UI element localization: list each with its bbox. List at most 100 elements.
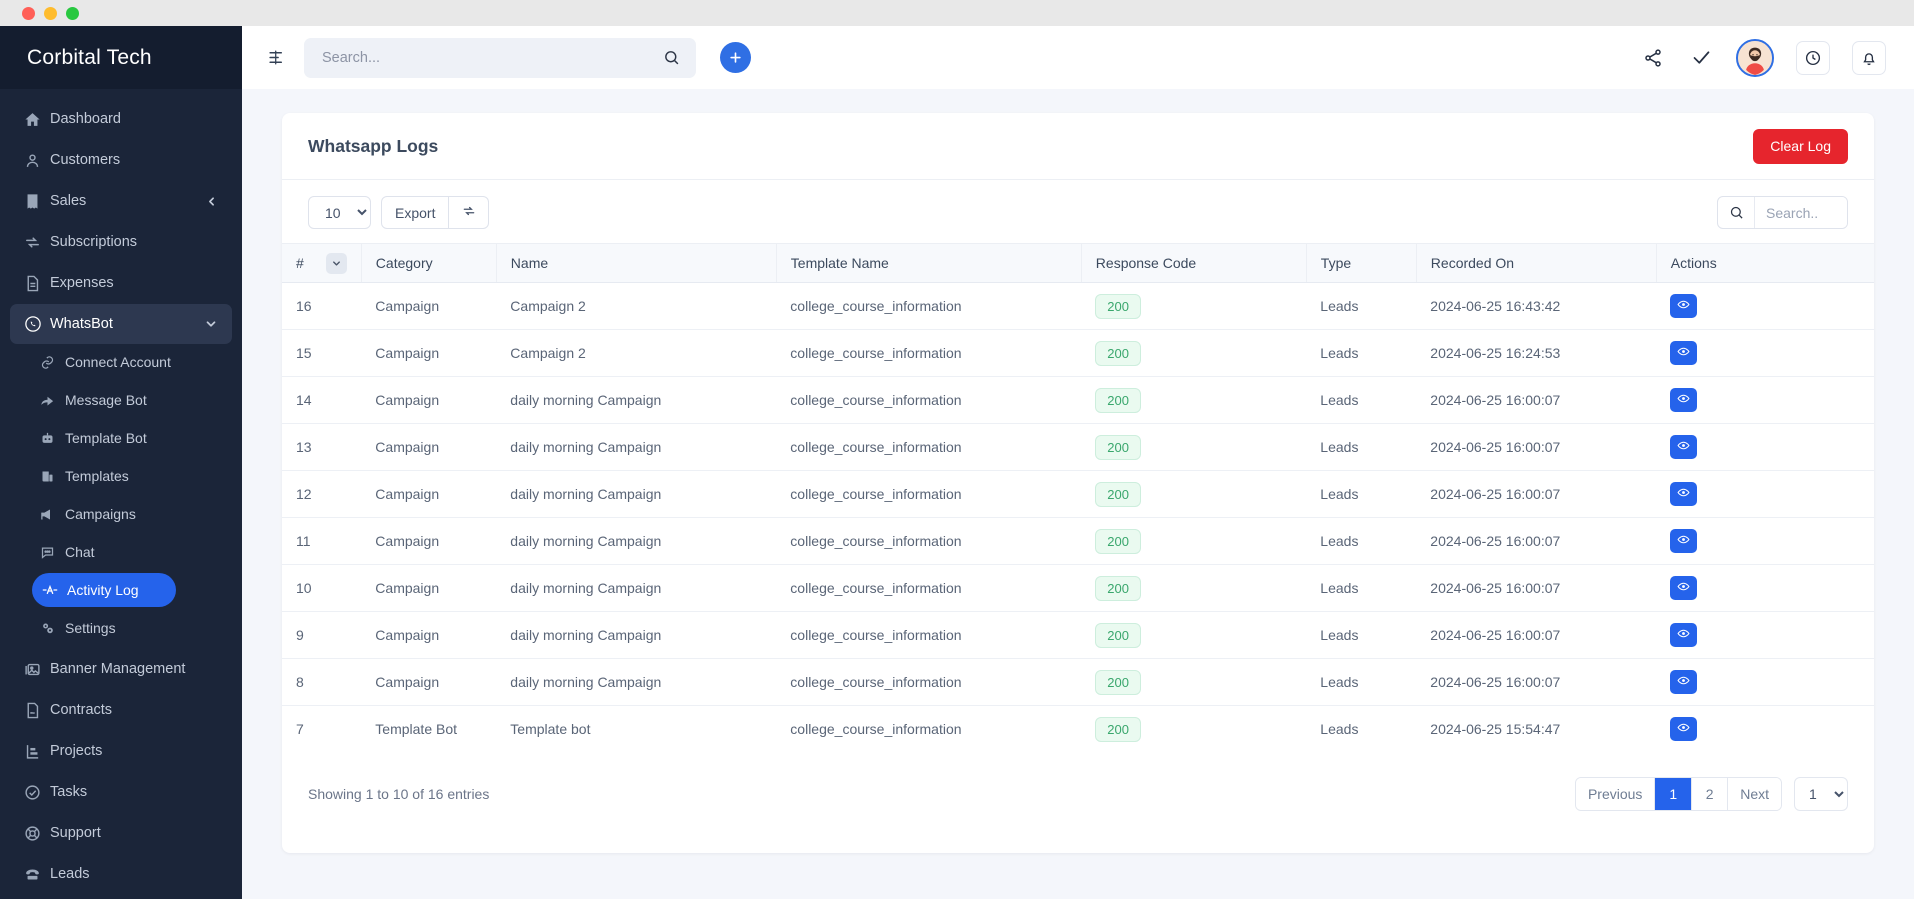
view-row-button[interactable] <box>1670 388 1698 412</box>
sidebar-item-label: Contracts <box>50 702 113 718</box>
sidebar-item-subscriptions[interactable]: Subscriptions <box>10 222 232 262</box>
table-row[interactable]: 15 Campaign Campaign 2 college_course_infor… <box>282 329 1874 377</box>
search-input[interactable] <box>320 48 663 67</box>
sidebar-item-sales[interactable]: Sales <box>10 181 232 221</box>
pagination-page-2[interactable]: 2 <box>1692 777 1729 810</box>
sidebar-item-message-bot[interactable]: Message Bot <box>10 383 232 417</box>
cell-template-name: college_course_information <box>776 470 1082 518</box>
global-search[interactable] <box>304 37 696 78</box>
cell-recorded-on: 2024-06-25 16:00:07 <box>1416 376 1657 424</box>
main-area: Whatsapp Logs Clear Log 10 Export <box>242 26 1914 899</box>
clear-log-button[interactable]: Clear Log <box>1753 128 1848 164</box>
sidebar-item-projects[interactable]: Projects <box>10 731 232 771</box>
cell-actions <box>1656 611 1874 659</box>
table-row[interactable]: 14 Campaign daily morning Campaign college_… <box>282 376 1874 424</box>
search-icon[interactable] <box>1718 197 1755 228</box>
avatar[interactable] <box>1736 38 1774 77</box>
cell-response-code: 200 <box>1081 423 1307 471</box>
clock-icon[interactable] <box>1796 40 1830 75</box>
view-row-button[interactable] <box>1670 576 1698 600</box>
sidebar-item-chat[interactable]: Chat <box>10 535 232 569</box>
brand[interactable]: Corbital Tech <box>0 26 242 89</box>
column-header-template-name[interactable]: Template Name <box>776 243 1082 283</box>
column-header-category[interactable]: Category <box>361 243 497 283</box>
share-icon[interactable] <box>1640 45 1666 71</box>
view-row-button[interactable] <box>1670 482 1698 506</box>
check-icon[interactable] <box>1688 45 1714 71</box>
sidebar-item-label: Chat <box>65 544 95 560</box>
sidebar-item-estimate-request[interactable]: Estimate Request <box>10 895 232 899</box>
cell-type: Leads <box>1306 376 1417 424</box>
view-row-button[interactable] <box>1670 623 1698 647</box>
search-icon[interactable] <box>663 49 680 66</box>
page-length-select[interactable]: 10 <box>308 196 371 229</box>
table-row[interactable]: 12 Campaign daily morning Campaign college_… <box>282 470 1874 518</box>
table-row[interactable]: 10 Campaign daily morning Campaign college_… <box>282 564 1874 612</box>
cell-response-code: 200 <box>1081 376 1307 424</box>
column-header-actions[interactable]: Actions <box>1656 243 1874 283</box>
minimize-window-button[interactable] <box>44 6 57 20</box>
cell-template-name: college_course_information <box>776 611 1082 659</box>
sidebar-item-leads[interactable]: Leads <box>10 854 232 894</box>
sidebar-item-tasks[interactable]: Tasks <box>10 772 232 812</box>
sidebar-item-campaigns[interactable]: Campaigns <box>10 497 232 531</box>
whatsapp-icon <box>24 315 50 333</box>
sidebar-item-support[interactable]: Support <box>10 813 232 853</box>
add-button[interactable] <box>720 42 751 73</box>
table-row[interactable]: 16 Campaign Campaign 2 college_course_infor… <box>282 282 1874 330</box>
sidebar-item-contracts[interactable]: Contracts <box>10 690 232 730</box>
cell-category: Campaign <box>361 517 497 565</box>
app-body: Corbital Tech Dashboard Customers Sales … <box>0 26 1914 899</box>
table-row[interactable]: 7 Template Bot Template bot college_course_… <box>282 706 1874 753</box>
cell-id: 9 <box>282 611 362 659</box>
view-row-button[interactable] <box>1670 670 1698 694</box>
view-row-button[interactable] <box>1670 435 1698 459</box>
column-header-recorded-on[interactable]: Recorded On <box>1416 243 1657 283</box>
sidebar-item-template-bot[interactable]: Template Bot <box>10 421 232 455</box>
view-row-button[interactable] <box>1670 529 1698 553</box>
table-row[interactable]: 11 Campaign daily morning Campaign college_… <box>282 517 1874 565</box>
sidebar-item-customers[interactable]: Customers <box>10 140 232 180</box>
export-button[interactable]: Export <box>381 196 450 229</box>
cell-template-name: college_course_information <box>776 564 1082 612</box>
close-window-button[interactable] <box>22 6 35 20</box>
table-row[interactable]: 9 Campaign daily morning Campaign college_c… <box>282 611 1874 659</box>
cell-name: daily morning Campaign <box>496 423 777 471</box>
sidebar-item-expenses[interactable]: Expenses <box>10 263 232 303</box>
view-row-button[interactable] <box>1670 717 1698 742</box>
pagination-previous[interactable]: Previous <box>1575 777 1656 810</box>
eye-icon <box>1677 627 1690 643</box>
table-search[interactable] <box>1717 196 1848 229</box>
cell-actions <box>1656 564 1874 612</box>
view-row-button[interactable] <box>1670 294 1698 318</box>
pagination-page-1[interactable]: 1 <box>1655 777 1693 810</box>
sidebar-item-banner-management[interactable]: Banner Management <box>10 649 232 689</box>
table-row[interactable]: 8 Campaign daily morning Campaign college_c… <box>282 658 1874 706</box>
table-row[interactable]: 13 Campaign daily morning Campaign college_… <box>282 423 1874 471</box>
document-icon <box>24 275 50 292</box>
sidebar-item-templates[interactable]: Templates <box>10 459 232 493</box>
bell-icon[interactable] <box>1852 40 1886 75</box>
column-header-type[interactable]: Type <box>1306 243 1417 283</box>
sidebar-item-settings[interactable]: Settings <box>10 611 232 645</box>
sidebar-item-dashboard[interactable]: Dashboard <box>10 99 232 139</box>
link-icon <box>40 355 65 370</box>
menu-toggle-icon[interactable] <box>262 44 290 72</box>
sidebar-item-whatsbot[interactable]: WhatsBot <box>10 304 232 344</box>
column-header-name[interactable]: Name <box>496 243 777 283</box>
refresh-button[interactable] <box>449 196 490 229</box>
maximize-window-button[interactable] <box>66 6 79 20</box>
page-jump-select[interactable]: 1 <box>1794 776 1848 811</box>
chevron-down-icon[interactable] <box>325 252 347 274</box>
pagination-next[interactable]: Next <box>1728 777 1781 810</box>
sidebar-item-connect-account[interactable]: Connect Account <box>10 345 232 379</box>
cell-template-name: college_course_information <box>776 329 1082 377</box>
cell-actions <box>1656 376 1874 424</box>
column-header-id[interactable]: # <box>282 243 362 283</box>
home-icon <box>24 111 50 128</box>
column-header-response-code[interactable]: Response Code <box>1081 243 1307 283</box>
sidebar-item-activity-log[interactable]: Activity Log <box>32 573 176 607</box>
cell-name: daily morning Campaign <box>496 470 777 518</box>
view-row-button[interactable] <box>1670 341 1698 365</box>
table-search-input[interactable] <box>1755 197 1847 228</box>
